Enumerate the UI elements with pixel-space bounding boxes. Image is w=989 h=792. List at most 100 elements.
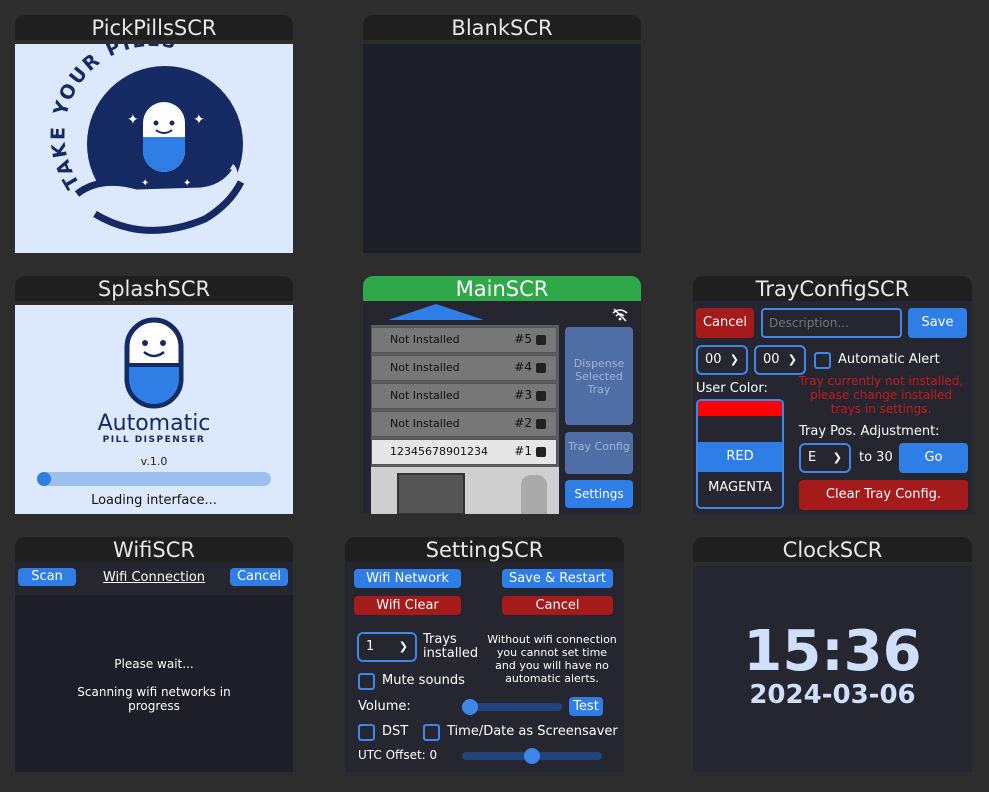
clock-time: 15:36 xyxy=(743,619,922,684)
version-label: v.1.0 xyxy=(140,455,168,468)
utc-offset-slider-knob[interactable] xyxy=(524,748,540,764)
tray-row[interactable]: Not Installed #3 xyxy=(371,383,557,409)
tray-label: 12345678901234 xyxy=(390,445,488,458)
cancel-button[interactable]: Cancel xyxy=(502,596,613,615)
button-label: Clear Tray Config. xyxy=(825,487,942,502)
please-wait-text: Please wait... xyxy=(114,657,194,671)
tray-label: Not Installed xyxy=(390,333,460,346)
button-label: Go xyxy=(924,450,943,465)
scan-button[interactable]: Scan xyxy=(18,568,76,586)
dst-checkbox[interactable] xyxy=(358,724,375,741)
main-screen: Not Installed #5 Not Installed #4 Not Inst… xyxy=(363,301,641,514)
wifi-clear-button[interactable]: Wifi Clear xyxy=(354,596,461,615)
wifi-screen: Scan Wifi Connection Cancel Please wait.… xyxy=(15,562,293,772)
blank-screen xyxy=(363,44,641,253)
settings-button[interactable]: Settings xyxy=(565,480,633,508)
utc-offset-slider[interactable] xyxy=(462,748,602,764)
dst-label: DST xyxy=(382,724,409,739)
wifi-notice: Without wifi connection you cannot set t… xyxy=(487,633,617,685)
color-option[interactable]: MAGENTA xyxy=(698,474,782,502)
tray-row[interactable]: Not Installed #4 xyxy=(371,355,557,381)
cancel-button[interactable]: Cancel xyxy=(696,308,754,338)
tray-label: Not Installed xyxy=(390,361,460,374)
chevron-down-icon: ❯ xyxy=(398,640,408,653)
setting-screen: Wifi Network Save & Restart Wifi Clear C… xyxy=(345,562,624,772)
test-sound-button[interactable]: Test xyxy=(569,697,603,716)
blank-panel: BlankSCR xyxy=(363,15,641,253)
wifi-list-area: Please wait... Scanning wifi networks in… xyxy=(15,595,293,772)
pickpills-panel: PickPillsSCR ✦ ✦ ✦ ✦ TAKE YOUR PILLS xyxy=(15,15,293,253)
button-label: Cancel xyxy=(535,598,580,613)
panel-title: TrayConfigSCR xyxy=(693,276,972,301)
description-input[interactable] xyxy=(761,308,902,338)
trays-installed-label: Trays installed xyxy=(423,632,479,661)
pill-mascot-icon xyxy=(124,317,184,409)
volume-slider-knob[interactable] xyxy=(462,699,478,715)
user-color-label: User Color: xyxy=(696,381,768,396)
loading-progress-fill xyxy=(37,472,51,486)
button-label: Cancel xyxy=(702,315,748,330)
color-roller[interactable]: RED MAGENTA xyxy=(696,399,784,509)
splash-subtitle: PILL DISPENSER xyxy=(102,435,206,445)
screensaver-checkbox[interactable] xyxy=(423,724,440,741)
tray-row[interactable]: 12345678901234 #1 xyxy=(371,439,557,465)
tray-number: #3 xyxy=(514,388,532,402)
dispense-selected-tray-button[interactable]: Dispense Selected Tray xyxy=(565,327,633,425)
tray-number: #1 xyxy=(514,444,532,458)
dispenser-photo xyxy=(371,467,559,514)
pickpills-screen: ✦ ✦ ✦ ✦ TAKE YOUR PILLS xyxy=(15,44,293,253)
trayconfig-panel: TrayConfigSCR Cancel Save 00 ❯ 00 ❯ Automa… xyxy=(693,276,972,514)
automatic-alert-checkbox[interactable] xyxy=(814,352,831,369)
button-label: Save xyxy=(921,315,954,330)
button-label: Wifi Clear xyxy=(376,598,439,613)
minute-value: 00 xyxy=(763,352,780,367)
tray-up-arrow-icon[interactable] xyxy=(388,304,484,320)
clock-screen: 15:36 2024-03-06 xyxy=(693,566,972,772)
tray-position-dropdown[interactable]: E ❯ xyxy=(799,443,851,473)
button-label: Cancel xyxy=(236,569,282,584)
save-button[interactable]: Save xyxy=(908,308,967,338)
dispenser-window xyxy=(397,473,465,514)
tray-row[interactable]: Not Installed #2 xyxy=(371,411,557,437)
hour-value: 00 xyxy=(705,352,722,367)
screensaver-label: Time/Date as Screensaver xyxy=(447,724,618,739)
button-label: Test xyxy=(573,699,599,714)
trayconfig-screen: Cancel Save 00 ❯ 00 ❯ Automatic Alert User… xyxy=(693,301,972,514)
hour-dropdown[interactable]: 00 ❯ xyxy=(696,345,748,375)
button-label: Settings xyxy=(574,487,624,501)
loading-progress-bar xyxy=(37,472,271,486)
button-label: Dispense Selected Tray xyxy=(573,357,625,396)
save-restart-button[interactable]: Save & Restart xyxy=(502,569,613,588)
wifi-network-button[interactable]: Wifi Network xyxy=(354,569,461,588)
tray-number: #2 xyxy=(514,416,532,430)
splash-panel: SplashSCR Automatic PILL DISPENSER v.1.0… xyxy=(15,276,293,514)
button-label: Wifi Network xyxy=(366,571,449,586)
tray-config-button[interactable]: Tray Config xyxy=(565,432,633,474)
panel-title: ClockSCR xyxy=(693,537,972,562)
loading-status: Loading interface... xyxy=(91,493,217,508)
splash-brand: Automatic xyxy=(97,411,211,436)
cancel-button[interactable]: Cancel xyxy=(230,568,288,586)
mute-sounds-label: Mute sounds xyxy=(382,673,465,688)
splash-screen: Automatic PILL DISPENSER v.1.0 Loading i… xyxy=(15,305,293,514)
wifi-off-icon xyxy=(612,308,628,322)
trays-installed-dropdown[interactable]: 1 ❯ xyxy=(357,632,417,662)
minute-dropdown[interactable]: 00 ❯ xyxy=(754,345,806,375)
clear-tray-config-button[interactable]: Clear Tray Config. xyxy=(799,480,968,510)
go-button[interactable]: Go xyxy=(899,443,968,473)
panel-title: SettingSCR xyxy=(345,537,624,562)
clock-date: 2024-03-06 xyxy=(749,680,916,710)
trays-value: 1 xyxy=(366,639,375,654)
panel-title: PickPillsSCR xyxy=(15,15,293,40)
tray-position-label: Tray Pos. Adjustment: xyxy=(799,424,940,439)
tray-status-indicator xyxy=(536,363,546,373)
mute-sounds-checkbox[interactable] xyxy=(358,673,375,690)
tray-row[interactable]: Not Installed #5 xyxy=(371,327,557,353)
tray-status-indicator xyxy=(536,419,546,429)
volume-slider[interactable] xyxy=(462,699,562,715)
clock-panel: ClockSCR 15:36 2024-03-06 xyxy=(693,537,972,772)
volume-label: Volume: xyxy=(358,699,411,714)
color-option-selected[interactable]: RED xyxy=(698,442,782,472)
panel-title: SplashSCR xyxy=(15,276,293,301)
svg-text:TAKE YOUR PILLS: TAKE YOUR PILLS xyxy=(47,44,179,193)
